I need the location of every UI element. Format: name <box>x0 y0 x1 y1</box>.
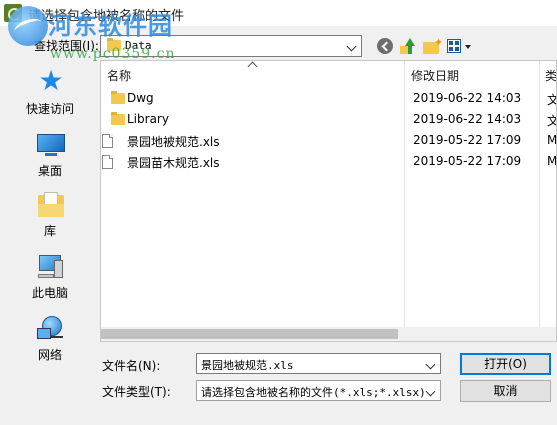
sort-ascending-icon <box>247 61 258 72</box>
file-type-select[interactable]: 请选择包含地被名称的文件(*.xls;*.xlsx) <box>196 380 441 401</box>
place-label: 库 <box>43 224 56 238</box>
new-folder-button[interactable]: ✦ <box>422 36 443 56</box>
network-icon <box>36 314 66 344</box>
item-date: 2019-05-22 17:09 <box>413 154 522 168</box>
file-list[interactable]: 名称 修改日期 类 Dwg 2019-06-22 14:03 文 Library… <box>100 60 557 342</box>
item-date: 2019-06-22 14:03 <box>413 91 522 105</box>
list-item[interactable]: 景园苗木规范.xls 2019-05-22 17:09 M <box>101 151 557 172</box>
horizontal-scrollbar[interactable] <box>101 327 556 341</box>
folder-icon <box>107 38 121 51</box>
libraries-icon <box>36 190 66 220</box>
list-item[interactable]: 景园地被规范.xls 2019-05-22 17:09 M <box>101 130 557 151</box>
place-quick-access[interactable]: ★ 快速访问 <box>0 64 100 122</box>
open-button[interactable]: 打开(O) <box>460 353 551 375</box>
place-label: 快速访问 <box>25 102 74 116</box>
desktop-icon <box>36 130 66 160</box>
place-label: 此电脑 <box>31 286 68 300</box>
file-name-label: 文件名(N): <box>102 359 161 373</box>
list-item[interactable]: Library 2019-06-22 14:03 文 <box>101 109 556 130</box>
chevron-down-icon[interactable] <box>346 39 358 53</box>
list-item[interactable]: Dwg 2019-06-22 14:03 文 <box>101 88 556 109</box>
item-name: 景园苗木规范.xls <box>127 156 220 170</box>
places-bar: ★ 快速访问 桌面 库 此电脑 网络 <box>0 60 100 380</box>
place-label: 桌面 <box>37 164 62 178</box>
look-in-combo[interactable]: Data <box>100 35 362 57</box>
look-in-value: Data <box>125 39 152 52</box>
caret-down-icon <box>465 45 471 49</box>
item-name: Dwg <box>127 91 154 105</box>
place-libraries[interactable]: 库 <box>0 186 100 244</box>
title-bar: 请选择包含地被名称的文件 <box>0 0 557 26</box>
back-icon <box>377 38 393 54</box>
scrollbar-thumb[interactable] <box>101 329 398 339</box>
cancel-button[interactable]: 取消 <box>460 380 551 402</box>
look-in-label: 查找范围(I): <box>34 39 99 53</box>
item-type: 文 <box>547 91 556 108</box>
item-type: 文 <box>547 112 556 129</box>
up-folder-button[interactable] <box>399 36 419 56</box>
folder-icon <box>111 91 125 104</box>
back-button[interactable] <box>375 36 395 56</box>
item-date: 2019-06-22 14:03 <box>413 112 522 126</box>
chevron-down-icon[interactable] <box>425 357 437 371</box>
file-name-input[interactable]: 景园地被规范.xls <box>196 353 441 374</box>
place-label: 网络 <box>37 348 62 362</box>
item-name: 景园地被规范.xls <box>127 135 220 149</box>
item-name: Library <box>127 112 169 126</box>
file-name-value: 景园地被规范.xls <box>201 359 294 372</box>
view-menu-icon <box>447 39 461 53</box>
place-desktop[interactable]: 桌面 <box>0 126 100 184</box>
item-type: M <box>547 133 557 147</box>
up-folder-icon <box>400 46 408 54</box>
this-pc-icon <box>36 252 66 282</box>
item-date: 2019-05-22 17:09 <box>413 133 522 147</box>
window-title: 请选择包含地被名称的文件 <box>28 9 185 24</box>
item-type: M <box>547 154 557 168</box>
folder-icon <box>111 112 125 125</box>
place-network[interactable]: 网络 <box>0 312 100 370</box>
place-this-pc[interactable]: 此电脑 <box>0 248 100 306</box>
quick-access-star-icon: ★ <box>38 64 64 97</box>
file-icon <box>102 134 113 148</box>
file-icon <box>102 155 113 169</box>
file-type-label: 文件类型(T): <box>102 385 171 399</box>
chevron-down-icon[interactable] <box>425 384 437 398</box>
view-menu-button[interactable] <box>446 36 472 56</box>
app-icon <box>4 4 22 22</box>
file-type-value: 请选择包含地被名称的文件(*.xls;*.xlsx) <box>201 386 426 399</box>
